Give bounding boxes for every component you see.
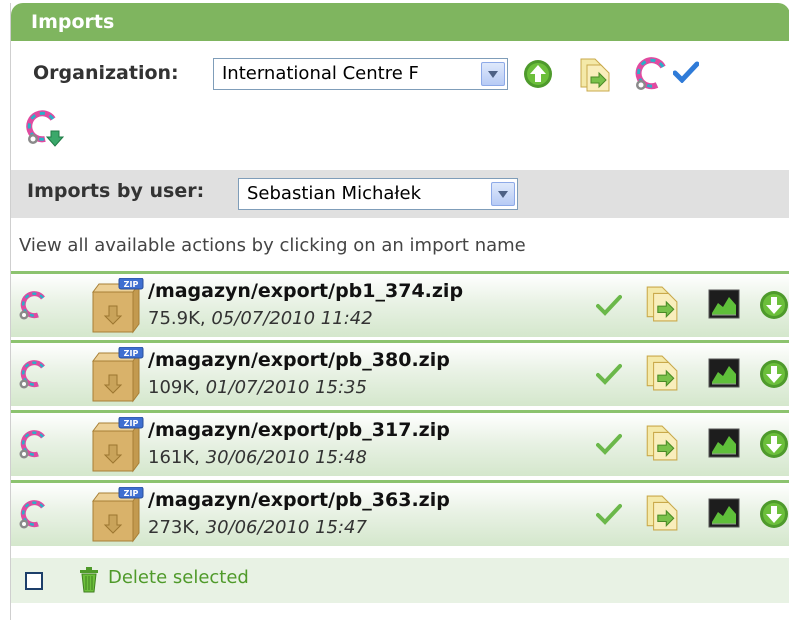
import-row[interactable]: ZIP /magazyn/export/pb_317.zip 161K, 30/… <box>11 410 789 476</box>
import-file-icon[interactable] <box>577 57 611 93</box>
select-all-checkbox[interactable] <box>25 572 43 590</box>
upload-icon[interactable] <box>523 59 553 89</box>
import-size: 273K <box>148 517 195 538</box>
import-name[interactable]: /magazyn/export/pb_380.zip <box>148 349 450 371</box>
zip-archive-icon: ZIP <box>89 347 145 405</box>
refresh-magnet-icon[interactable] <box>17 357 49 393</box>
import-file-icon[interactable] <box>643 423 679 463</box>
import-file-icon[interactable] <box>643 353 679 393</box>
chart-icon[interactable] <box>708 428 740 458</box>
success-check-icon <box>596 294 622 316</box>
import-date: 05/07/2010 11:42 <box>211 308 373 329</box>
import-size: 161K <box>148 447 195 468</box>
chart-icon[interactable] <box>708 289 740 319</box>
import-row[interactable]: ZIP /magazyn/export/pb1_374.zip 75.9K, 0… <box>11 271 789 337</box>
success-check-icon <box>596 503 622 525</box>
user-select[interactable]: Sebastian Michałek <box>238 178 518 210</box>
checkmark-icon[interactable] <box>673 61 699 83</box>
organization-select-value: International Centre F <box>222 63 419 84</box>
refresh-magnet-icon[interactable] <box>633 55 669 93</box>
import-date: 30/06/2010 15:47 <box>205 517 367 538</box>
chart-icon[interactable] <box>708 498 740 528</box>
zip-archive-icon: ZIP <box>89 487 145 545</box>
import-size: 75.9K <box>148 308 200 329</box>
user-select-value: Sebastian Michałek <box>247 183 422 204</box>
success-check-icon <box>596 433 622 455</box>
zip-archive-icon: ZIP <box>89 417 145 475</box>
import-name[interactable]: /magazyn/export/pb_317.zip <box>148 419 450 441</box>
import-row[interactable]: ZIP /magazyn/export/pb_380.zip 109K, 01/… <box>11 340 789 406</box>
actions-hint: View all available actions by clicking o… <box>19 235 526 256</box>
download-icon[interactable] <box>759 290 789 320</box>
zip-archive-icon: ZIP <box>89 278 145 336</box>
import-name[interactable]: /magazyn/export/pb1_374.zip <box>148 280 463 302</box>
import-meta: 75.9K, 05/07/2010 11:42 <box>148 308 373 329</box>
import-meta: 273K, 30/06/2010 15:47 <box>148 517 367 538</box>
user-filter-row: Imports by user: Sebastian Michałek <box>11 170 789 218</box>
zip-badge-label: ZIP <box>124 419 139 428</box>
refresh-magnet-icon[interactable] <box>17 497 49 533</box>
refresh-magnet-icon[interactable] <box>17 288 49 324</box>
user-filter-label: Imports by user: <box>27 180 205 202</box>
imports-panel: Imports Organization: International Cent… <box>10 3 789 620</box>
refresh-download-icon[interactable] <box>25 109 65 149</box>
import-date: 30/06/2010 15:48 <box>205 447 367 468</box>
panel-title: Imports <box>11 3 789 41</box>
zip-badge-label: ZIP <box>124 489 139 498</box>
import-name[interactable]: /magazyn/export/pb_363.zip <box>148 489 450 511</box>
import-size: 109K <box>148 377 195 398</box>
zip-badge-label: ZIP <box>124 280 139 289</box>
organization-label: Organization: <box>33 62 179 84</box>
download-icon[interactable] <box>759 359 789 389</box>
import-file-icon[interactable] <box>643 284 679 324</box>
import-file-icon[interactable] <box>643 493 679 533</box>
import-date: 01/07/2010 15:35 <box>205 377 367 398</box>
import-meta: 109K, 01/07/2010 15:35 <box>148 377 367 398</box>
trash-icon[interactable] <box>78 567 100 593</box>
success-check-icon <box>596 363 622 385</box>
refresh-magnet-icon[interactable] <box>17 427 49 463</box>
download-icon[interactable] <box>759 429 789 459</box>
chevron-down-icon[interactable] <box>481 62 505 86</box>
download-icon[interactable] <box>759 499 789 529</box>
zip-badge-label: ZIP <box>124 349 139 358</box>
organization-row: Organization: International Centre F <box>11 53 789 103</box>
import-row[interactable]: ZIP /magazyn/export/pb_363.zip 273K, 30/… <box>11 480 789 546</box>
organization-select[interactable]: International Centre F <box>213 58 508 90</box>
delete-selected-link[interactable]: Delete selected <box>108 567 249 588</box>
chart-icon[interactable] <box>708 358 740 388</box>
chevron-down-icon[interactable] <box>491 182 515 206</box>
list-footer: Delete selected <box>11 558 789 603</box>
import-meta: 161K, 30/06/2010 15:48 <box>148 447 367 468</box>
